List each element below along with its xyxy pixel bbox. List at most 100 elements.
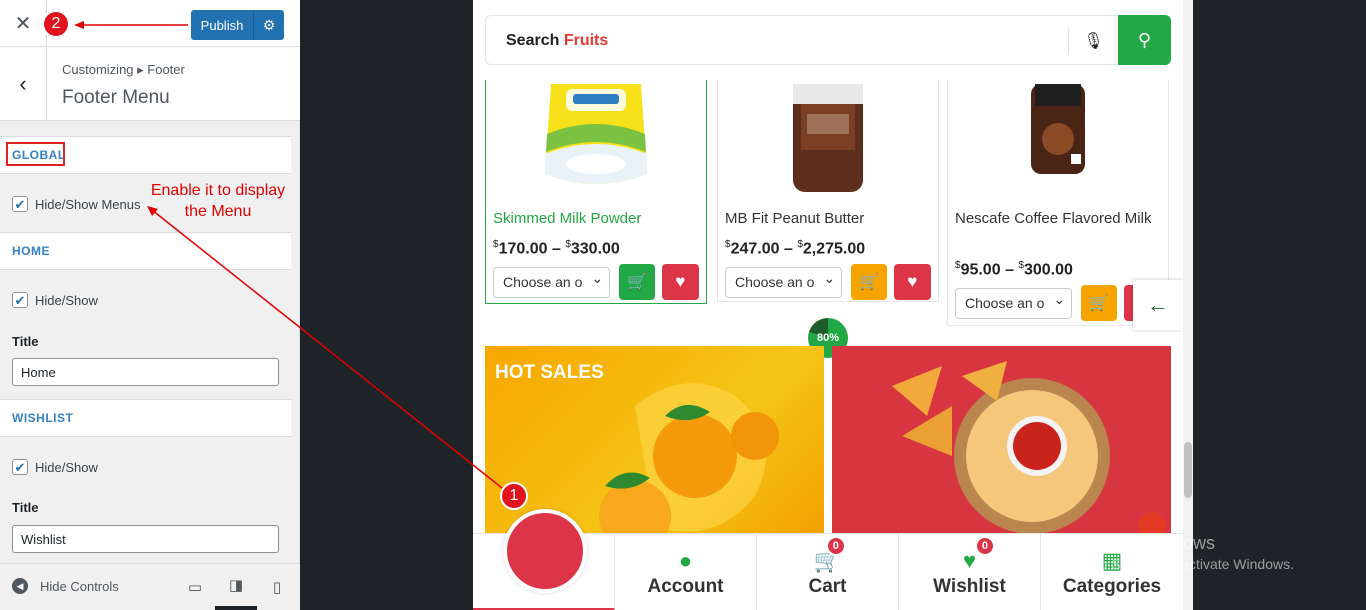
hide-show-menus-checkbox[interactable]: ✔ xyxy=(12,196,28,212)
close-icon: ✕ xyxy=(14,13,32,35)
preview-scrollbar[interactable] xyxy=(1183,0,1193,610)
product-price: $170.00 – $330.00 xyxy=(486,239,706,258)
product-actions: Choose an o 🛒 ♥ xyxy=(486,258,706,308)
product-image[interactable] xyxy=(948,80,1168,208)
tablet-preview-icon[interactable]: ◨ xyxy=(215,564,257,610)
add-to-cart-button[interactable]: 🛒 xyxy=(619,264,655,301)
variation-select[interactable]: Choose an o xyxy=(725,266,843,298)
price-low: 170.00 xyxy=(498,240,548,258)
wishlist-hide-show-label: Hide/Show xyxy=(35,459,98,475)
variation-select[interactable]: Choose an o xyxy=(955,287,1073,319)
wishlist-title-label: Title xyxy=(12,500,39,515)
microphone-icon[interactable]: 🎙 xyxy=(1068,28,1118,54)
price-separator: – xyxy=(783,240,793,258)
home-title-input[interactable]: Home xyxy=(12,358,279,386)
wishlist-count-badge: 0 xyxy=(974,536,995,556)
product-name[interactable]: MB Fit Peanut Butter xyxy=(718,208,938,233)
scrollbar-thumb[interactable] xyxy=(1184,442,1192,498)
nav-item-account[interactable]: ● Account xyxy=(615,534,757,610)
search-bar[interactable]: Search Fruits 🎙 ⚲ xyxy=(485,15,1171,65)
collapse-arrow-icon: ◀ xyxy=(12,578,28,594)
product-card[interactable]: Skimmed Milk Powder $170.00 – $330.00 Ch… xyxy=(485,80,707,304)
add-to-wishlist-button[interactable]: ♥ xyxy=(661,264,699,301)
search-placeholder: Search Fruits xyxy=(506,32,608,50)
price-low: 95.00 xyxy=(960,261,1001,279)
chevron-left-icon: ‹ xyxy=(19,70,27,96)
desktop-preview-icon[interactable]: ▭ xyxy=(174,564,216,610)
price-separator: – xyxy=(1005,261,1014,279)
snacks-banner[interactable] xyxy=(832,346,1171,546)
cart-icon: 🛒 0 xyxy=(814,536,846,574)
banner-title: HOT SALES xyxy=(495,362,604,383)
annotation-line-2: the Menu xyxy=(184,203,252,220)
nav-item-wishlist[interactable]: ♥ 0 Wishlist xyxy=(899,534,1041,610)
panel-header: ‹ Customizing ▸ Footer Footer Menu xyxy=(0,47,300,121)
price-high: 330.00 xyxy=(570,240,620,258)
breadcrumb: Customizing ▸ Footer xyxy=(62,62,185,77)
hide-show-menus-label: Hide/Show Menus xyxy=(35,196,141,212)
home-hide-show-checkbox[interactable]: ✔ xyxy=(12,292,28,308)
search-button[interactable]: ⚲ xyxy=(1118,15,1171,65)
price-high: 300.00 xyxy=(1023,261,1073,279)
price-separator: – xyxy=(551,240,561,258)
global-highlight-box xyxy=(6,142,65,166)
price-low: 247.00 xyxy=(730,240,780,258)
product-name[interactable]: Skimmed Milk Powder xyxy=(486,208,706,233)
heart-icon: ♥ 0 xyxy=(963,536,995,574)
panel-title: Footer Menu xyxy=(62,87,170,108)
product-price: $247.00 – $2,275.00 xyxy=(718,239,938,258)
nav-wishlist-label: Wishlist xyxy=(933,576,1006,597)
cart-icon: 🛒 xyxy=(1089,295,1109,313)
nav-item-cart[interactable]: 🛒 0 Cart xyxy=(757,534,899,610)
product-actions: Choose an o 🛒 ♥ xyxy=(718,258,938,308)
nav-account-label: Account xyxy=(647,576,724,597)
mobile-preview-icon[interactable]: ▯ xyxy=(256,564,298,610)
wishlist-title-input[interactable]: Wishlist xyxy=(12,525,279,553)
step-1-badge: 1 xyxy=(500,482,528,510)
back-button[interactable]: ‹ xyxy=(0,47,47,120)
product-image[interactable] xyxy=(718,80,938,208)
wishlist-hide-show-row[interactable]: ✔ Hide/Show xyxy=(12,459,98,475)
nav-categories-label: Categories xyxy=(1062,576,1162,597)
publish-label: Publish xyxy=(200,17,244,33)
nav-cart-label: Cart xyxy=(808,576,847,597)
step-2-badge: 2 xyxy=(42,10,70,38)
add-to-wishlist-button[interactable]: ♥ xyxy=(893,264,931,301)
publish-button[interactable]: Publish ⚙ xyxy=(191,10,284,40)
publish-settings-gear-icon[interactable]: ⚙ xyxy=(253,10,284,40)
section-wishlist-header[interactable]: WISHLIST xyxy=(0,399,291,437)
cart-count-badge: 0 xyxy=(825,536,846,556)
watermark-line-1: Activate Windows xyxy=(1073,533,1216,553)
product-name[interactable]: Nescafe Coffee Flavored Milk xyxy=(948,208,1168,254)
hide-controls-label: Hide Controls xyxy=(40,578,119,594)
slide-panel-toggle[interactable]: ← xyxy=(1133,280,1183,330)
home-title-label: Title xyxy=(12,334,39,349)
heart-icon: ♥ xyxy=(907,272,918,292)
cart-icon: 🛒 xyxy=(627,274,647,292)
hide-controls-button[interactable]: ◀ Hide Controls xyxy=(12,578,119,594)
home-hide-show-row[interactable]: ✔ Hide/Show xyxy=(12,292,98,308)
section-home-header[interactable]: HOME xyxy=(0,232,291,270)
price-high: 2,275.00 xyxy=(802,240,866,258)
add-to-cart-button[interactable]: 🛒 xyxy=(1081,285,1117,322)
annotation-note: Enable it to display the Menu xyxy=(140,180,296,222)
customizer-sidebar: ✕ Publish ⚙ ‹ Customizing ▸ Footer Foote… xyxy=(0,0,300,610)
variation-select[interactable]: Choose an o xyxy=(493,266,611,298)
windows-activation-watermark: Activate Windows Go to Settings to activ… xyxy=(1073,533,1294,572)
close-customizer-button[interactable]: ✕ xyxy=(0,0,47,47)
add-to-cart-button[interactable]: 🛒 xyxy=(851,264,887,301)
hide-show-menus-row[interactable]: ✔ Hide/Show Menus xyxy=(12,196,141,212)
nachos-image xyxy=(892,361,1166,540)
wishlist-hide-show-checkbox[interactable]: ✔ xyxy=(12,459,28,475)
product-card[interactable]: MB Fit Peanut Butter $247.00 – $2,275.00… xyxy=(717,80,939,302)
site-preview: Search Fruits 🎙 ⚲ Skimmed Milk Powder $1… xyxy=(473,0,1193,610)
progress-label: 80% xyxy=(816,332,840,344)
search-accent-word: Fruits xyxy=(563,32,609,49)
search-prefix: Search xyxy=(506,32,560,49)
home-fab-button[interactable] xyxy=(503,509,587,593)
product-image[interactable] xyxy=(486,80,706,208)
user-icon: ● xyxy=(678,548,693,573)
product-price: $95.00 – $300.00 xyxy=(948,260,1168,279)
cart-icon: 🛒 xyxy=(859,274,879,292)
heart-icon: ♥ xyxy=(675,272,686,292)
